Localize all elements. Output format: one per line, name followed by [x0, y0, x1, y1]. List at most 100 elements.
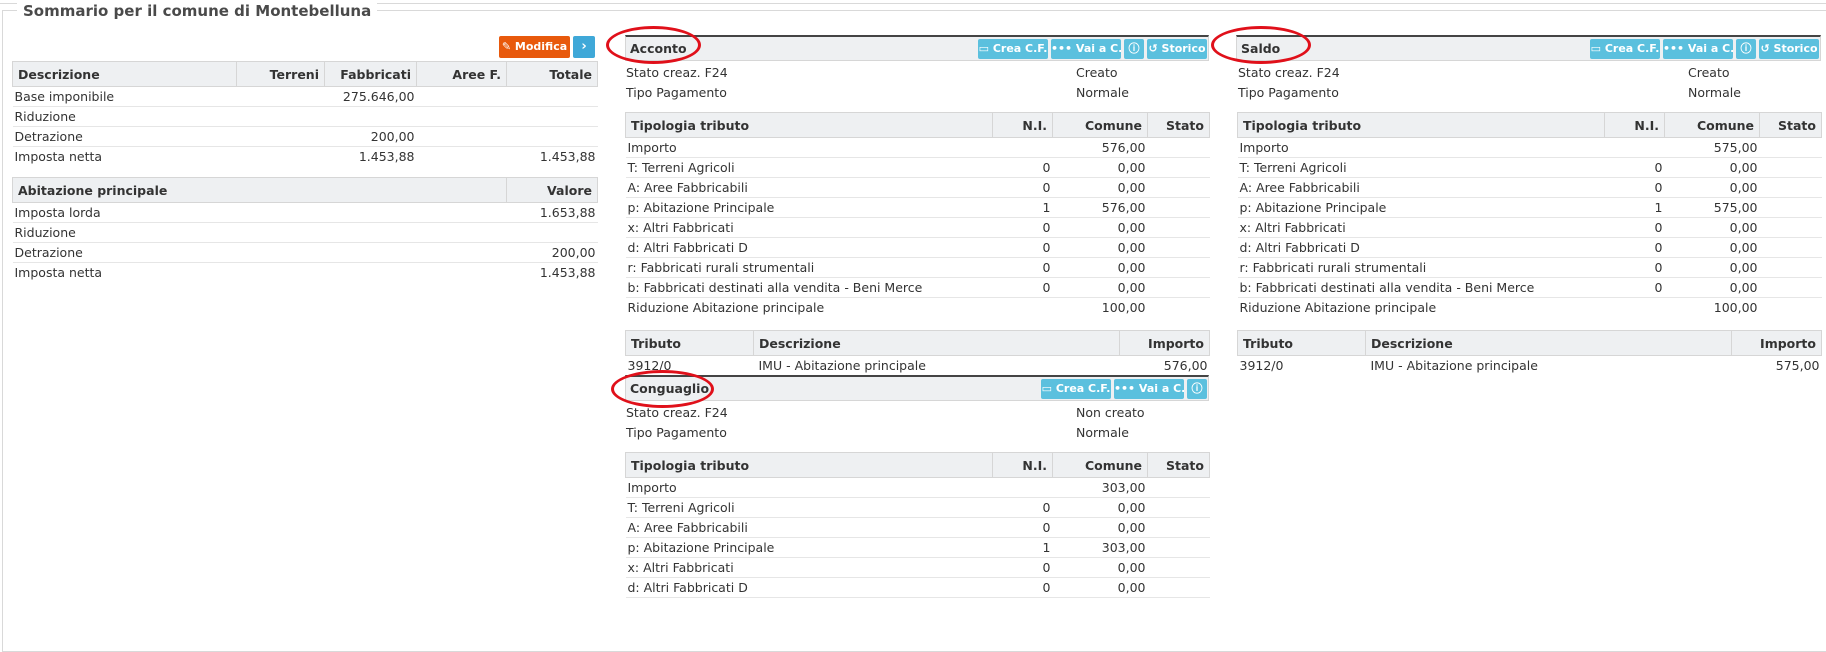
table-cell: Detrazione — [12, 242, 507, 263]
col-valore: Valore — [506, 177, 598, 203]
table-cell: T: Terreni Agricoli — [625, 157, 993, 178]
table-row: Riduzione Abitazione principale 100,00 — [626, 298, 1210, 318]
ellipsis-icon: ••• — [1114, 382, 1139, 395]
table-cell: d: Altri Fabbricati D — [625, 577, 993, 598]
table-cell: Riduzione — [12, 106, 237, 127]
button-label: Crea C.F. — [992, 42, 1048, 55]
table-cell — [1759, 217, 1822, 238]
table-cell: 0,00 — [1052, 157, 1148, 178]
table-cell — [506, 126, 598, 147]
info-icon: ⓘ — [1740, 42, 1752, 55]
table-cell: 0 — [992, 577, 1053, 598]
table-cell: 1.653,88 — [506, 202, 598, 223]
table-cell — [992, 137, 1053, 158]
table-cell — [236, 106, 325, 127]
conguaglio-vai-cf-button[interactable]: ••• Vai a C.F. — [1114, 379, 1184, 399]
conguaglio-tipo-value: Normale — [1076, 425, 1129, 440]
table-cell: 0 — [992, 277, 1053, 298]
col-ni: N.I. — [1604, 112, 1665, 138]
acconto-tipo-value: Normale — [1076, 85, 1129, 100]
table-cell: 303,00 — [1052, 537, 1148, 558]
conguaglio-crea-cf-button[interactable]: ▭ Crea C.F. — [1041, 379, 1111, 399]
table-row: Riduzione — [12, 222, 598, 243]
table-row: b: Fabbricati destinati alla vendita - B… — [625, 277, 1210, 298]
acconto-stato-value: Creato — [1076, 65, 1118, 80]
col-terreni: Terreni — [236, 61, 325, 87]
table-cell: 0 — [1604, 237, 1665, 258]
table-cell: Importo — [625, 477, 993, 498]
summary-table: Descrizione Terreni Fabbricati Aree F. T… — [12, 61, 598, 166]
table-cell: IMU - Abitazione principale — [758, 358, 926, 373]
col-tipologia: Tipologia tributo — [1237, 112, 1605, 138]
table-row: p: Abitazione Principale 1 576,00 — [625, 197, 1210, 218]
table-cell: b: Fabbricati destinati alla vendita - B… — [625, 277, 993, 298]
table-cell: A: Aree Fabbricabili — [1237, 177, 1605, 198]
table-cell — [1759, 257, 1822, 278]
table-cell: p: Abitazione Principale — [1237, 197, 1605, 218]
table-cell: 0,00 — [1664, 257, 1760, 278]
table-cell — [1147, 197, 1210, 218]
saldo-header: Saldo ▭ Crea C.F. ••• Vai a C.F. ⓘ ↺ Sto… — [1236, 35, 1821, 61]
table-row: A: Aree Fabbricabili 0 0,00 — [1237, 177, 1822, 198]
table-cell: 0,00 — [1052, 277, 1148, 298]
table-row: d: Altri Fabbricati D 0 0,00 — [1237, 237, 1822, 258]
table-row: r: Fabbricati rurali strumentali 0 0,00 — [625, 257, 1210, 278]
col-comune: Comune — [1664, 112, 1760, 138]
saldo-crea-cf-button[interactable]: ▭ Crea C.F. — [1590, 39, 1660, 59]
table-row: Riduzione — [12, 106, 598, 127]
table-row: Base imponibile 275.646,00 — [12, 86, 598, 107]
table-cell: 200,00 — [324, 126, 417, 147]
next-button[interactable]: › — [573, 36, 595, 58]
table-cell: d: Altri Fabbricati D — [1237, 237, 1605, 258]
table-row: Imposta lorda 1.653,88 — [12, 202, 598, 223]
acconto-storico-button[interactable]: ↺ Storico — [1147, 39, 1207, 59]
annotation-circle-saldo — [1211, 26, 1311, 64]
conguaglio-info-button[interactable]: ⓘ — [1187, 379, 1207, 399]
table-cell: Imposta netta — [14, 265, 103, 280]
col-stato: Stato — [1759, 112, 1822, 138]
card-icon: ▭ — [1041, 382, 1056, 395]
saldo-info-button[interactable]: ⓘ — [1736, 39, 1756, 59]
table-cell — [993, 298, 1053, 318]
table-cell — [1147, 557, 1210, 578]
table-cell — [236, 126, 325, 147]
annotation-circle-acconto — [606, 26, 701, 64]
table-row: Imposta netta 1.453,88 1.453,88 — [13, 147, 598, 167]
table-cell — [506, 86, 598, 107]
saldo-vai-cf-button[interactable]: ••• Vai a C.F. — [1663, 39, 1733, 59]
table-row: d: Altri Fabbricati D 0 0,00 — [625, 237, 1210, 258]
table-cell: 0 — [1604, 257, 1665, 278]
acconto-vai-cf-button[interactable]: ••• Vai a C.F. — [1051, 39, 1121, 59]
table-cell: 0 — [992, 237, 1053, 258]
card-icon: ▭ — [978, 42, 993, 55]
saldo-storico-button[interactable]: ↺ Storico — [1759, 39, 1819, 59]
table-cell: x: Altri Fabbricati — [1237, 217, 1605, 238]
table-cell — [1760, 298, 1822, 318]
table-cell: Riduzione Abitazione principale — [1239, 300, 1437, 315]
modifica-button[interactable]: ✎ Modifica — [499, 36, 570, 58]
table-cell: 1.453,88 — [358, 149, 415, 164]
acconto-info-button[interactable]: ⓘ — [1124, 39, 1144, 59]
table-cell — [416, 126, 507, 147]
table-cell: T: Terreni Agricoli — [625, 497, 993, 518]
table-cell: d: Altri Fabbricati D — [625, 237, 993, 258]
table-cell — [416, 106, 507, 127]
table-row: Riduzione Abitazione principale 100,00 — [1238, 298, 1822, 318]
saldo-codes-table: Tributo Descrizione Importo 3912/0 IMU - … — [1237, 330, 1822, 375]
table-cell: IMU - Abitazione principale — [1370, 358, 1538, 373]
table-row: Detrazione 200,00 — [12, 126, 598, 147]
col-stato: Stato — [1147, 452, 1210, 478]
abitazione-table: Abitazione principale Valore Imposta lor… — [12, 177, 598, 282]
table-cell: 0,00 — [1664, 177, 1760, 198]
table-cell — [1147, 517, 1210, 538]
table-cell — [1147, 277, 1210, 298]
col-abitazione: Abitazione principale — [12, 177, 507, 203]
table-cell — [992, 477, 1053, 498]
table-row: Importo 303,00 — [625, 477, 1210, 498]
acconto-crea-cf-button[interactable]: ▭ Crea C.F. — [978, 39, 1048, 59]
saldo-tributi-table: Tipologia tributo N.I. Comune Stato Impo… — [1237, 112, 1822, 317]
table-cell — [237, 147, 325, 167]
table-cell: 0 — [1604, 157, 1665, 178]
table-cell: 100,00 — [1713, 300, 1758, 315]
table-cell: p: Abitazione Principale — [625, 537, 993, 558]
